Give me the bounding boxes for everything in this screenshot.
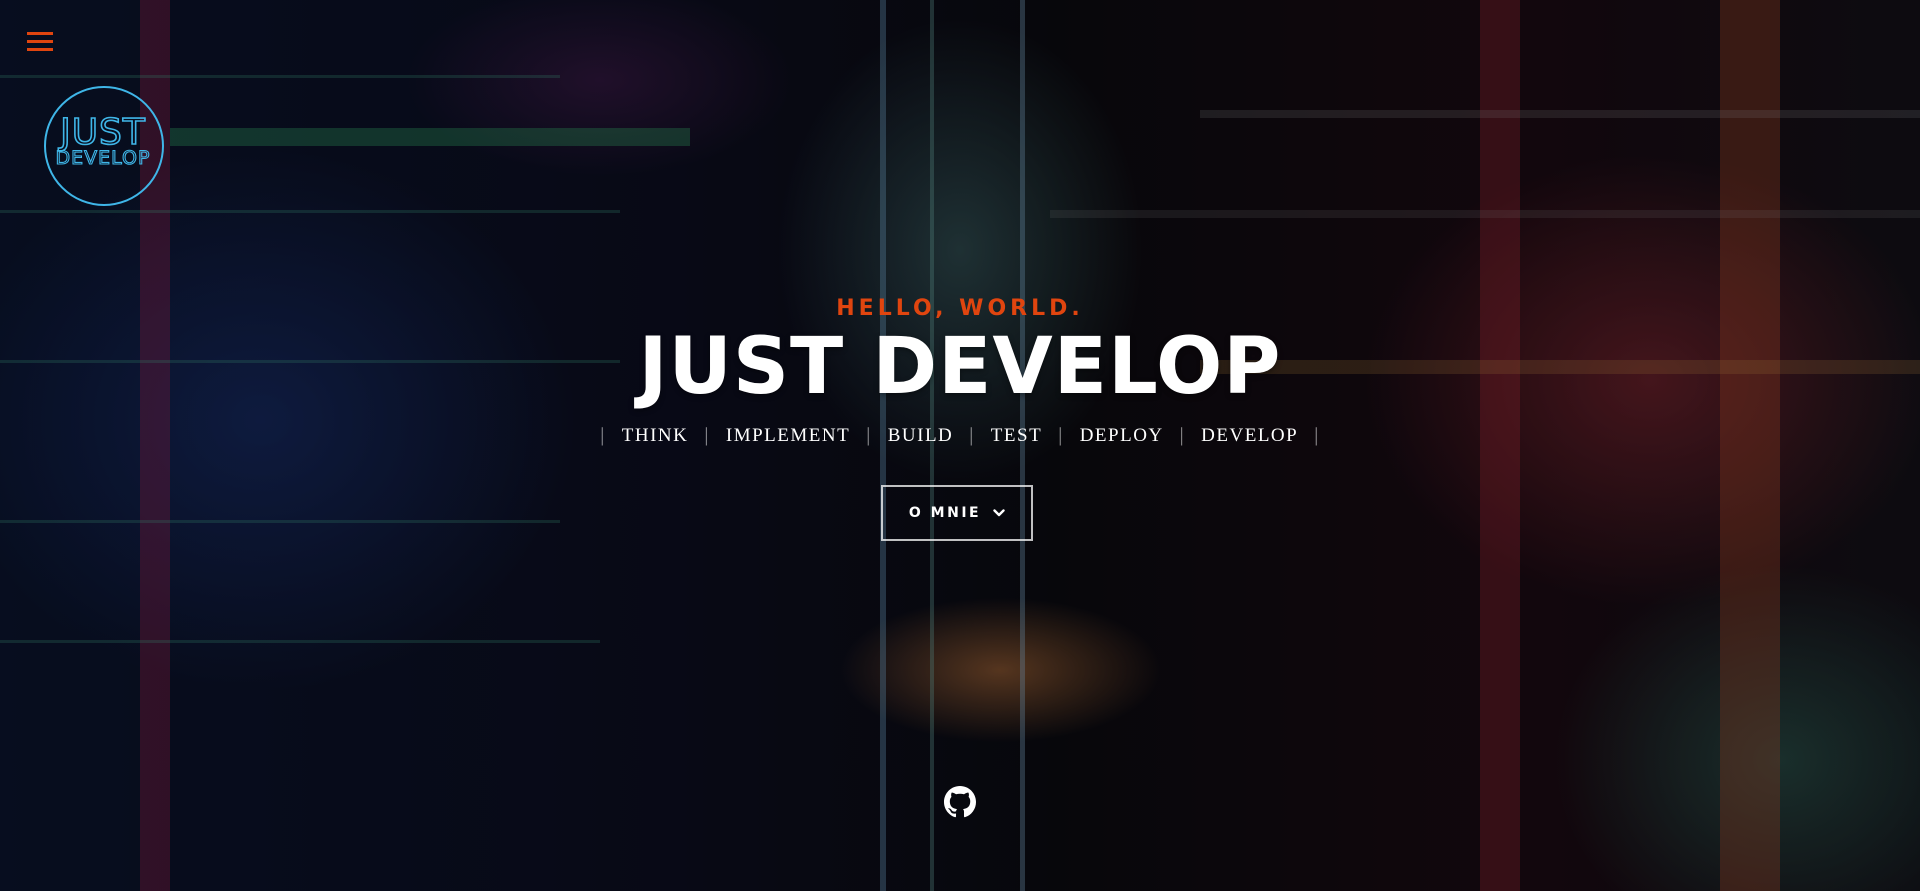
- hero-title: JUST DEVELOP: [638, 322, 1282, 412]
- github-icon[interactable]: [944, 786, 976, 818]
- step-test: TEST: [990, 424, 1043, 446]
- step-separator: |: [1314, 424, 1320, 446]
- hero-section: HELLO, WORLD. JUST DEVELOP | THINK | IMP…: [0, 0, 1920, 891]
- process-steps: | THINK | IMPLEMENT | BUILD | TEST | DEP…: [0, 424, 1920, 447]
- chevron-down-icon: [993, 509, 1005, 517]
- step-separator: |: [866, 424, 872, 446]
- about-me-button[interactable]: O MNIE: [881, 485, 1033, 541]
- step-separator: |: [1179, 424, 1186, 446]
- github-icon-glyph: [944, 786, 976, 818]
- step-separator: |: [1058, 424, 1064, 446]
- step-implement: IMPLEMENT: [725, 424, 851, 446]
- step-separator: |: [969, 424, 975, 446]
- step-deploy: DEPLOY: [1079, 424, 1164, 446]
- step-separator: |: [600, 424, 606, 446]
- hero-greeting: HELLO, WORLD.: [836, 296, 1084, 321]
- step-build: BUILD: [887, 424, 954, 446]
- about-me-label: O MNIE: [908, 505, 982, 521]
- step-develop: DEVELOP: [1201, 424, 1299, 446]
- step-think: THINK: [621, 424, 689, 446]
- step-separator: |: [704, 424, 710, 446]
